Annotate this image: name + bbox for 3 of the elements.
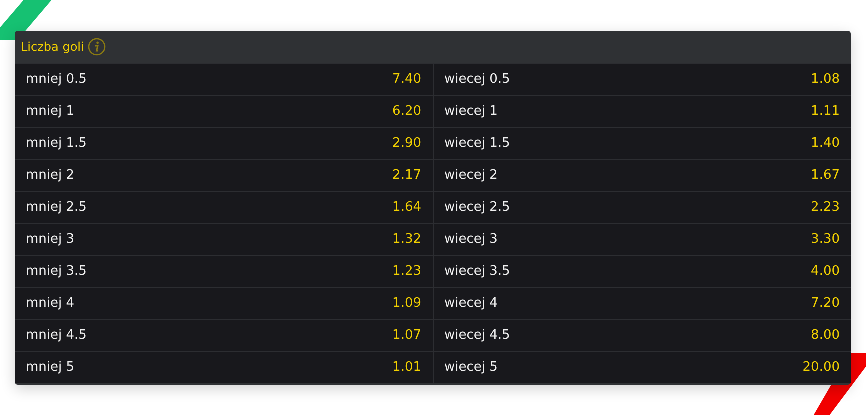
- stripe-decoration: [0, 0, 52, 40]
- market-title: Liczba goli: [21, 40, 84, 54]
- info-icon[interactable]: [88, 38, 106, 56]
